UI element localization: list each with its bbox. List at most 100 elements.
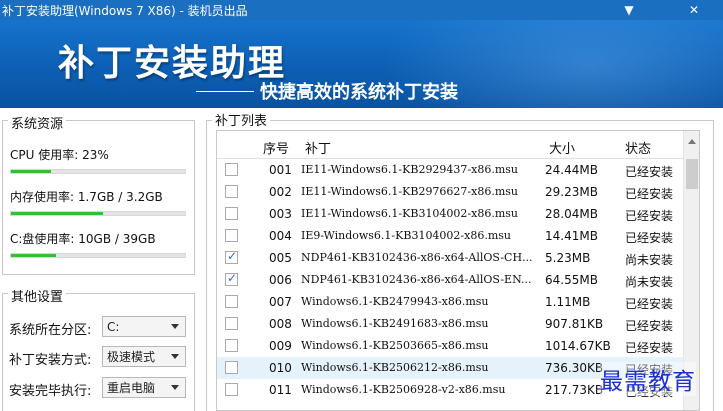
chevron-down-icon <box>171 354 179 359</box>
row-checkbox[interactable] <box>225 383 238 396</box>
resources-title: 系统资源 <box>8 113 67 132</box>
header-num[interactable]: 序号 <box>263 138 289 157</box>
row-num: 001 <box>269 163 292 177</box>
row-status: 尚未安装 <box>625 253 674 267</box>
minimize-button[interactable]: ▼ <box>614 0 644 20</box>
table-row[interactable]: 003 IE11-Windows6.1-KB3104002-x86.msu 28.0… <box>217 203 683 225</box>
row-size: 14.41MB <box>545 229 598 243</box>
cpu-usage-bar <box>10 169 186 174</box>
row-checkbox[interactable] <box>225 339 238 352</box>
disk-usage-bar <box>10 253 186 258</box>
row-size: 24.44MB <box>545 163 598 177</box>
patch-list-title: 补丁列表 <box>212 110 271 129</box>
watermark: 最需教育 <box>600 362 696 396</box>
install-mode-select[interactable]: 极速模式 <box>102 346 186 367</box>
cpu-usage-label: CPU 使用率: 23% <box>10 148 109 162</box>
patch-table-header: 序号 补丁 大小 状态 <box>217 131 683 159</box>
partition-label: 系统所在分区: <box>9 323 92 338</box>
row-patch-name: Windows6.1-KB2491683-x86.msu <box>301 317 489 330</box>
row-patch-name: NDP461-KB3102436-x86-x64-AllOS-EN... <box>301 273 532 286</box>
header-status[interactable]: 状态 <box>625 138 651 157</box>
after-install-select[interactable]: 重启电脑 <box>102 377 186 398</box>
row-patch-name: Windows6.1-KB2506212-x86.msu <box>301 361 489 374</box>
row-patch-name: Windows6.1-KB2479943-x86.msu <box>301 295 489 308</box>
row-num: 008 <box>269 317 292 331</box>
header-size[interactable]: 大小 <box>549 138 575 157</box>
row-status: 已经安装 <box>625 209 674 223</box>
row-num: 004 <box>269 229 292 243</box>
table-row[interactable]: 009 Windows6.1-KB2503665-x86.msu 1014.67KB… <box>217 335 683 357</box>
table-row[interactable]: 004 IE9-Windows6.1-KB3104002-x86.msu 14.41… <box>217 225 683 247</box>
after-install-label: 安装完毕执行: <box>9 384 92 399</box>
banner-subtitle: 快捷高效的系统补丁安装 <box>260 82 458 103</box>
table-row[interactable]: 008 Windows6.1-KB2491683-x86.msu 907.81KB 已… <box>217 313 683 335</box>
settings-title: 其他设置 <box>8 286 67 305</box>
row-checkbox[interactable] <box>225 317 238 330</box>
memory-usage-bar <box>10 211 186 216</box>
check-icon: ✓ <box>227 249 238 263</box>
cpu-usage-fill <box>11 170 52 173</box>
row-checkbox[interactable] <box>225 163 238 176</box>
partition-select[interactable]: C: <box>102 316 186 337</box>
row-num: 007 <box>269 295 292 309</box>
table-row[interactable]: 007 Windows6.1-KB2479943-x86.msu 1.11MB 已经安… <box>217 291 683 313</box>
row-checkbox[interactable]: ✓ <box>225 271 238 286</box>
row-patch-name: Windows6.1-KB2506928-v2-x86.msu <box>301 383 506 396</box>
close-button[interactable]: ✕ <box>679 0 709 20</box>
row-num: 003 <box>269 207 292 221</box>
row-status: 已经安装 <box>625 297 674 311</box>
row-size: 736.30KB <box>545 361 604 375</box>
row-status: 已经安装 <box>625 231 674 245</box>
row-checkbox[interactable] <box>225 361 238 374</box>
row-size: 1.11MB <box>545 295 591 309</box>
install-mode-label: 补丁安装方式: <box>9 353 92 368</box>
row-num: 002 <box>269 185 292 199</box>
row-status: 已经安装 <box>625 341 674 355</box>
banner-title: 补丁安装助理 <box>58 43 287 84</box>
row-size: 1014.67KB <box>545 339 611 353</box>
row-patch-name: IE11-Windows6.1-KB3104002-x86.msu <box>301 207 519 220</box>
disk-usage-label: C:盘使用率: 10GB / 39GB <box>10 232 156 246</box>
row-status: 尚未安装 <box>625 275 674 289</box>
table-row[interactable]: 002 IE11-Windows6.1-KB2976627-x86.msu 29.2… <box>217 181 683 203</box>
table-row[interactable]: ✓ 005 NDP461-KB3102436-x86-x64-AllOS-CH...… <box>217 247 683 269</box>
row-size: 5.23MB <box>545 251 591 265</box>
row-status: 已经安装 <box>625 165 674 179</box>
row-size: 907.81KB <box>545 317 604 331</box>
chevron-down-icon <box>171 324 179 329</box>
row-checkbox[interactable] <box>225 229 238 242</box>
partition-value: C: <box>107 319 120 334</box>
scroll-up-icon[interactable] <box>688 139 696 144</box>
header-name[interactable]: 补丁 <box>305 138 331 157</box>
memory-usage-fill <box>11 212 104 215</box>
scroll-thumb[interactable] <box>686 159 698 189</box>
header-banner: 补丁安装助理 快捷高效的系统补丁安装 <box>0 20 723 108</box>
row-num: 005 <box>269 251 292 265</box>
row-checkbox[interactable] <box>225 185 238 198</box>
row-patch-name: Windows6.1-KB2503665-x86.msu <box>301 339 489 352</box>
install-mode-value: 极速模式 <box>107 350 156 364</box>
table-row[interactable]: ✓ 006 NDP461-KB3102436-x86-x64-AllOS-EN...… <box>217 269 683 291</box>
row-num: 006 <box>269 273 292 287</box>
chevron-down-icon <box>171 385 179 390</box>
row-size: 28.04MB <box>545 207 598 221</box>
row-size: 29.23MB <box>545 185 598 199</box>
row-checkbox[interactable] <box>225 207 238 220</box>
table-row[interactable]: 001 IE11-Windows6.1-KB2929437-x86.msu 24.4… <box>217 159 683 181</box>
row-checkbox[interactable] <box>225 295 238 308</box>
row-status: 已经安装 <box>625 319 674 333</box>
row-checkbox[interactable]: ✓ <box>225 249 238 264</box>
after-install-value: 重启电脑 <box>107 381 156 395</box>
window-title: 补丁安装助理(Windows 7 X86) - 装机员出品 <box>2 3 248 18</box>
row-status: 已经安装 <box>625 187 674 201</box>
row-size: 64.55MB <box>545 273 598 287</box>
disk-usage-fill <box>11 254 57 257</box>
row-patch-name: NDP461-KB3102436-x86-x64-AllOS-CH... <box>301 251 533 264</box>
row-patch-name: IE11-Windows6.1-KB2929437-x86.msu <box>301 163 519 176</box>
row-num: 009 <box>269 339 292 353</box>
row-patch-name: IE9-Windows6.1-KB3104002-x86.msu <box>301 229 512 242</box>
row-size: 217.73KB <box>545 383 604 397</box>
row-num: 010 <box>269 361 292 375</box>
row-num: 011 <box>269 383 292 397</box>
check-icon: ✓ <box>227 271 238 285</box>
